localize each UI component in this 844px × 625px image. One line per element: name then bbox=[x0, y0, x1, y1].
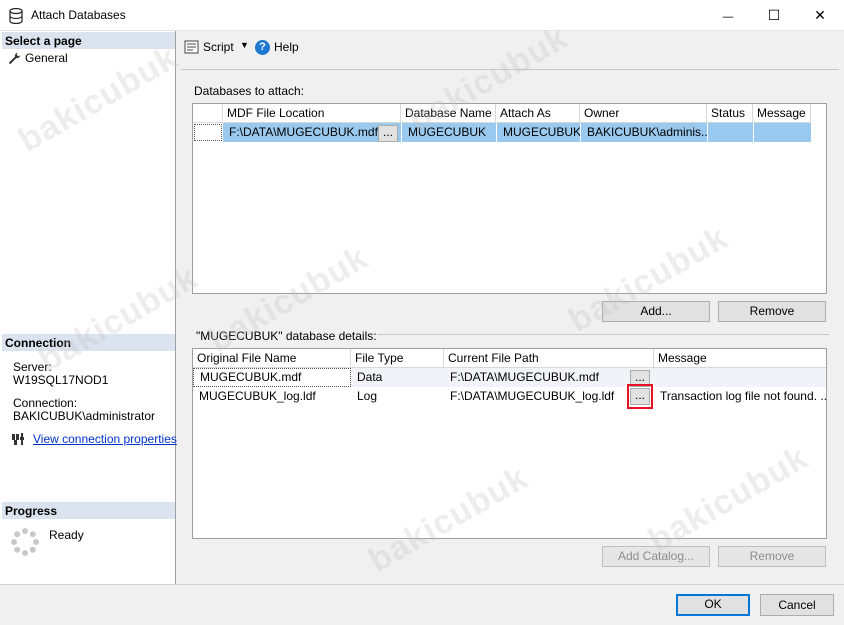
cancel-button[interactable]: Cancel bbox=[760, 594, 834, 616]
connection-properties-icon bbox=[11, 432, 26, 449]
database-details-grid: Original File Name File Type Current Fil… bbox=[192, 348, 827, 539]
grid-column-header[interactable]: Message bbox=[753, 104, 811, 123]
progress-spinner-icon bbox=[10, 527, 40, 560]
help-label: Help bbox=[274, 40, 299, 54]
mdf-location-cell[interactable]: F:\DATA\MUGECUBUK.mdf bbox=[223, 123, 401, 142]
database-name-cell[interactable]: MUGECUBUK bbox=[401, 123, 496, 142]
title-bar: Attach Databases — ☐ ✕ bbox=[0, 0, 844, 31]
add-button[interactable]: Add... bbox=[602, 301, 710, 322]
table-row[interactable]: MUGECUBUK_log.ldf Log F:\DATA\MUGECUBUK_… bbox=[193, 384, 826, 409]
progress-status: Ready bbox=[49, 528, 84, 542]
select-page-header: Select a page bbox=[2, 32, 175, 49]
database-icon bbox=[9, 7, 23, 25]
message-cell bbox=[654, 368, 826, 387]
grid-column-header[interactable]: Status bbox=[707, 104, 753, 123]
current-file-path-cell[interactable]: F:\DATA\MUGECUBUK_log.ldf bbox=[444, 387, 654, 406]
minimize-button[interactable]: — bbox=[705, 0, 751, 31]
row-selector[interactable] bbox=[194, 124, 222, 141]
divider bbox=[181, 69, 839, 70]
help-button[interactable]: ? Help bbox=[255, 39, 305, 57]
help-icon: ? bbox=[255, 40, 270, 55]
database-details-label: "MUGECUBUK" database details: bbox=[196, 329, 377, 343]
databases-grid: MDF File Location Database Name Attach A… bbox=[192, 103, 827, 294]
message-cell bbox=[753, 123, 811, 142]
status-cell bbox=[707, 123, 753, 142]
maximize-button[interactable]: ☐ bbox=[751, 0, 797, 31]
original-file-name-cell[interactable]: MUGECUBUK.mdf bbox=[193, 368, 351, 387]
maximize-icon: ☐ bbox=[767, 7, 781, 23]
add-catalog-button[interactable]: Add Catalog... bbox=[602, 546, 710, 567]
grid-column-header[interactable]: Database Name bbox=[401, 104, 496, 123]
view-connection-properties-link[interactable]: View connection properties bbox=[33, 432, 177, 446]
server-label: Server: bbox=[13, 360, 52, 374]
grid-column-header[interactable]: File Type bbox=[351, 349, 444, 368]
grid-column-header[interactable]: MDF File Location bbox=[223, 104, 401, 123]
script-dropdown-button[interactable]: Script ▼ bbox=[184, 39, 254, 57]
page-item-label: General bbox=[25, 51, 68, 65]
attach-as-cell[interactable]: MUGECUBUK bbox=[496, 123, 580, 142]
remove-file-button[interactable]: Remove bbox=[718, 546, 826, 567]
table-row[interactable]: F:\DATA\MUGECUBUK.mdf ... MUGECUBUK MUGE… bbox=[193, 123, 811, 142]
grid-column-header[interactable]: Original File Name bbox=[193, 349, 351, 368]
message-cell: Transaction log file not found. ... bbox=[660, 389, 826, 403]
connection-header: Connection bbox=[2, 334, 175, 351]
script-icon bbox=[184, 40, 199, 57]
table-row[interactable]: MUGECUBUK.mdf Data F:\DATA\MUGECUBUK.mdf… bbox=[193, 368, 826, 387]
grid-column-header[interactable]: Message bbox=[654, 349, 826, 368]
script-label: Script bbox=[203, 40, 234, 54]
ok-button[interactable]: OK bbox=[676, 594, 750, 616]
left-pane: Select a page General Connection Server:… bbox=[0, 31, 177, 584]
file-type-cell: Data bbox=[357, 370, 383, 384]
chevron-down-icon: ▼ bbox=[240, 40, 249, 50]
mdf-location-value: F:\DATA\MUGECUBUK.mdf bbox=[229, 125, 378, 139]
main-content: Databases to attach: MDF File Location D… bbox=[177, 63, 844, 584]
wrench-icon bbox=[8, 52, 21, 68]
grid-column-header[interactable]: Attach As bbox=[496, 104, 580, 123]
remove-database-button[interactable]: Remove bbox=[718, 301, 826, 322]
databases-to-attach-label: Databases to attach: bbox=[194, 84, 305, 98]
file-type-cell: Log bbox=[357, 389, 378, 403]
window-title: Attach Databases bbox=[31, 8, 126, 22]
toolbar: Script ▼ ? Help bbox=[177, 31, 844, 63]
browse-mdf-button[interactable]: ... bbox=[378, 125, 398, 142]
divider bbox=[377, 334, 829, 335]
original-file-name-cell[interactable]: MUGECUBUK_log.ldf bbox=[193, 387, 351, 406]
connection-value: BAKICUBUK\administrator bbox=[13, 409, 156, 423]
owner-cell[interactable]: BAKICUBUK\adminis... bbox=[580, 123, 707, 142]
progress-header: Progress bbox=[2, 502, 175, 519]
connection-label: Connection: bbox=[13, 396, 78, 410]
minimize-icon: — bbox=[722, 11, 734, 23]
dialog-footer: OK Cancel bbox=[0, 584, 844, 625]
close-icon: ✕ bbox=[814, 7, 826, 23]
close-button[interactable]: ✕ bbox=[797, 0, 843, 31]
grid-column-header[interactable]: Current File Path bbox=[444, 349, 654, 368]
current-file-path-cell[interactable]: F:\DATA\MUGECUBUK.mdf bbox=[444, 368, 654, 387]
grid-column-header bbox=[193, 104, 223, 123]
grid-column-header[interactable]: Owner bbox=[580, 104, 707, 123]
highlight-box bbox=[627, 384, 653, 409]
server-value: W19SQL17NOD1 bbox=[13, 373, 109, 387]
